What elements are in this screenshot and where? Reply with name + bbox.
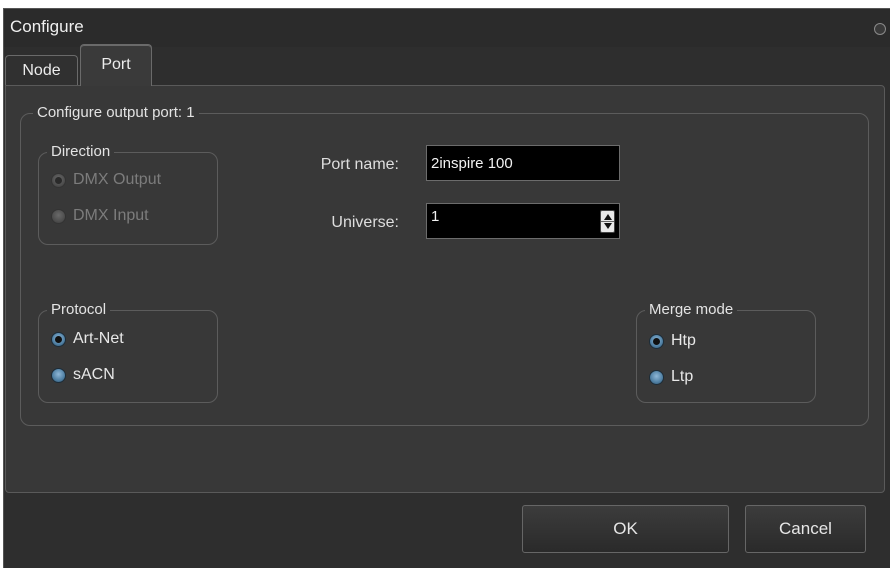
dmx-output-label: DMX Output xyxy=(73,171,162,188)
radio-ltp[interactable]: Ltp xyxy=(649,366,693,388)
port-tab-panel: Configure output port: 1 Direction DMX O… xyxy=(5,85,885,493)
direction-title: Direction xyxy=(47,142,115,162)
merge-mode-title: Merge mode xyxy=(645,300,738,320)
close-icon[interactable] xyxy=(874,23,886,35)
group-title: Configure output port: 1 xyxy=(33,103,199,123)
dmx-input-label: DMX Input xyxy=(73,207,149,224)
radio-dmx-output: DMX Output xyxy=(51,169,161,191)
ok-button[interactable]: OK xyxy=(522,505,729,553)
spin-up-icon[interactable] xyxy=(604,214,612,220)
art-net-label[interactable]: Art-Net xyxy=(73,330,124,348)
configure-output-port-group: Configure output port: 1 Direction DMX O… xyxy=(20,103,869,426)
htp-radio-icon[interactable] xyxy=(649,333,664,349)
direction-group: Direction DMX Output DMX Input xyxy=(38,142,218,245)
protocol-title: Protocol xyxy=(47,300,111,320)
dmx-input-radio-icon xyxy=(51,208,66,224)
merge-mode-group: Merge mode Htp Ltp xyxy=(636,300,816,403)
cancel-button[interactable]: Cancel xyxy=(745,505,866,553)
spin-arrows-icon[interactable] xyxy=(600,210,615,233)
port-name-label: Port name: xyxy=(320,156,399,173)
radio-sacn[interactable]: sACN xyxy=(51,364,115,386)
sacn-radio-icon[interactable] xyxy=(51,367,66,383)
tab-port[interactable]: Port xyxy=(80,44,152,86)
art-net-radio-icon[interactable] xyxy=(51,331,66,347)
spin-down-icon[interactable] xyxy=(604,223,612,229)
ltp-label[interactable]: Ltp xyxy=(671,368,693,386)
sacn-label[interactable]: sACN xyxy=(73,366,115,384)
protocol-group: Protocol Art-Net sACN xyxy=(38,300,218,403)
window-title: Configure xyxy=(10,17,84,36)
radio-art-net[interactable]: Art-Net xyxy=(51,328,124,350)
ltp-radio-icon[interactable] xyxy=(649,369,664,385)
port-name-input[interactable] xyxy=(426,145,620,181)
title-bar: Configure xyxy=(4,9,890,47)
universe-label: Universe: xyxy=(331,214,399,231)
universe-spinbox[interactable]: 1 xyxy=(426,203,620,239)
universe-value: 1 xyxy=(431,208,440,225)
tab-node[interactable]: Node xyxy=(5,55,78,86)
dmx-output-radio-icon xyxy=(51,172,66,188)
htp-label[interactable]: Htp xyxy=(671,332,696,350)
radio-dmx-input: DMX Input xyxy=(51,205,149,227)
radio-htp[interactable]: Htp xyxy=(649,330,696,352)
